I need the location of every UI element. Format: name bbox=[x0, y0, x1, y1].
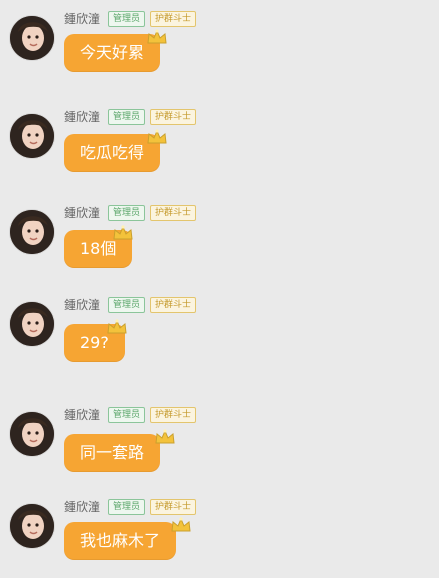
sender-name: 鍾欣潼 bbox=[64, 298, 101, 312]
crown-icon bbox=[147, 129, 167, 144]
avatar[interactable] bbox=[10, 412, 54, 456]
admin-badge: 管理员 bbox=[108, 499, 146, 515]
crown-icon bbox=[113, 225, 133, 240]
sender-name: 鍾欣潼 bbox=[64, 408, 101, 422]
guard-badge: 护群斗士 bbox=[150, 407, 197, 423]
crown-icon bbox=[107, 319, 127, 334]
crown-icon bbox=[147, 29, 167, 44]
admin-badge: 管理员 bbox=[108, 109, 146, 125]
chat-message: 鍾欣潼 管理员 护群斗士 今天好累 bbox=[0, 10, 439, 90]
admin-badge: 管理员 bbox=[108, 297, 146, 313]
sender-name: 鍾欣潼 bbox=[64, 206, 101, 220]
chat-message: 鍾欣潼 管理员 护群斗士 18個 bbox=[0, 204, 439, 284]
chat-message: 鍾欣潼 管理员 护群斗士 我也麻木了 bbox=[0, 498, 439, 578]
sender-name: 鍾欣潼 bbox=[64, 110, 101, 124]
admin-badge: 管理员 bbox=[108, 205, 146, 221]
guard-badge: 护群斗士 bbox=[150, 297, 197, 313]
chat-thread: 鍾欣潼 管理员 护群斗士 今天好累 鍾欣潼 管理员 护群斗士 吃瓜吃得 鍾欣潼 … bbox=[0, 0, 439, 560]
guard-badge: 护群斗士 bbox=[150, 205, 197, 221]
admin-badge: 管理员 bbox=[108, 11, 146, 27]
avatar[interactable] bbox=[10, 16, 54, 60]
avatar[interactable] bbox=[10, 210, 54, 254]
message-bubble[interactable]: 同一套路 bbox=[64, 434, 161, 472]
message-bubble[interactable]: 我也麻木了 bbox=[64, 522, 177, 560]
chat-message: 鍾欣潼 管理员 护群斗士 同一套路 bbox=[0, 406, 439, 486]
chat-message: 鍾欣潼 管理员 护群斗士 29? bbox=[0, 296, 439, 376]
avatar[interactable] bbox=[10, 302, 54, 346]
sender-name: 鍾欣潼 bbox=[64, 12, 101, 26]
crown-icon bbox=[171, 517, 191, 532]
guard-badge: 护群斗士 bbox=[150, 11, 197, 27]
crown-icon bbox=[155, 429, 175, 444]
avatar[interactable] bbox=[10, 114, 54, 158]
avatar[interactable] bbox=[10, 504, 54, 548]
chat-message: 鍾欣潼 管理员 护群斗士 吃瓜吃得 bbox=[0, 108, 439, 188]
sender-name: 鍾欣潼 bbox=[64, 500, 101, 514]
admin-badge: 管理员 bbox=[108, 407, 146, 423]
guard-badge: 护群斗士 bbox=[150, 499, 197, 515]
guard-badge: 护群斗士 bbox=[150, 109, 197, 125]
